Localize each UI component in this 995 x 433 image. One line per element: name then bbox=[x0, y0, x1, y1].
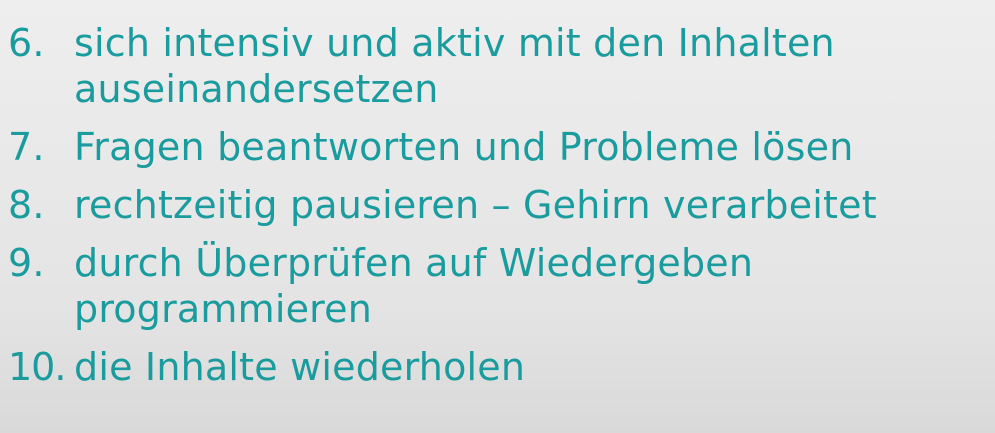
list-item-line: rechtzeitig pausieren – Gehirn verarbeit… bbox=[74, 183, 877, 227]
list-item-line: durch Überprüfen auf Wiedergeben bbox=[74, 241, 754, 285]
list-item-line: Fragen beantworten und Probleme lösen bbox=[74, 125, 854, 169]
list-item-text: sich intensiv und aktiv mit den Inhalten… bbox=[74, 20, 975, 112]
list-item-line: sich intensiv und aktiv mit den Inhalten bbox=[74, 21, 835, 65]
list-item-9: 9. durch Überprüfen auf Wiedergeben prog… bbox=[8, 240, 975, 332]
list-item-number: 7. bbox=[8, 125, 45, 169]
list-item-text: durch Überprüfen auf Wiedergeben program… bbox=[74, 240, 975, 332]
list-item-number: 10. bbox=[8, 345, 66, 389]
list-item-number: 9. bbox=[8, 241, 45, 285]
list-item-line: die Inhalte wiederholen bbox=[74, 345, 526, 389]
list-item-number: 6. bbox=[8, 21, 45, 65]
list-item-6: 6. sich intensiv und aktiv mit den Inhal… bbox=[8, 20, 975, 112]
numbered-list: 6. sich intensiv und aktiv mit den Inhal… bbox=[8, 20, 975, 390]
list-item-7: 7. Fragen beantworten und Probleme lösen bbox=[8, 124, 975, 170]
list-item-text: rechtzeitig pausieren – Gehirn verarbeit… bbox=[74, 182, 975, 228]
slide: 6. sich intensiv und aktiv mit den Inhal… bbox=[0, 0, 995, 433]
list-item-number: 8. bbox=[8, 183, 45, 227]
list-item-10: 10. die Inhalte wiederholen bbox=[8, 344, 975, 390]
list-item-text: Fragen beantworten und Probleme lösen bbox=[74, 124, 975, 170]
list-item-line: auseinandersetzen bbox=[74, 67, 439, 111]
list-item-line: programmieren bbox=[74, 287, 373, 331]
list-item-text: die Inhalte wiederholen bbox=[74, 344, 975, 390]
list-item-8: 8. rechtzeitig pausieren – Gehirn verarb… bbox=[8, 182, 975, 228]
